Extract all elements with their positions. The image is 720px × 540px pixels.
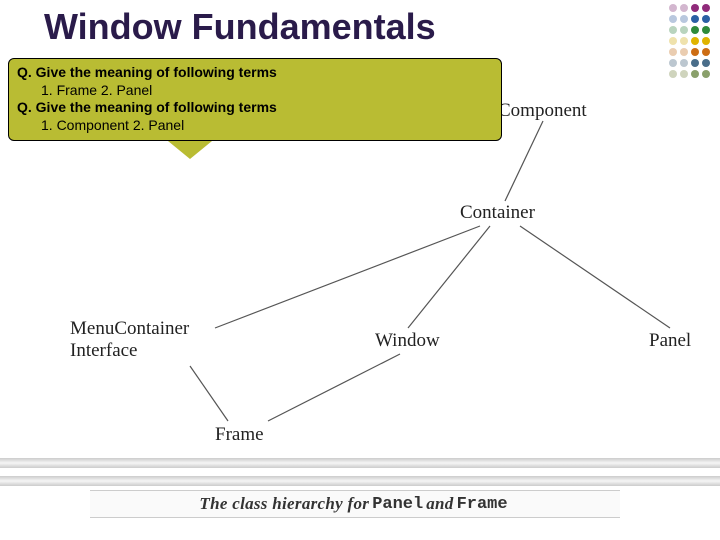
callout-q2: Q. Give the meaning of following terms [17, 99, 493, 117]
deco-dot [691, 37, 699, 45]
deco-dot [691, 48, 699, 56]
deco-dot [669, 26, 677, 34]
page-title: Window Fundamentals [44, 6, 436, 48]
callout-q1-items: 1. Frame 2. Panel [17, 82, 493, 100]
deco-dot [702, 15, 710, 23]
deco-dot [669, 15, 677, 23]
node-frame: Frame [215, 424, 264, 446]
node-panel: Panel [649, 330, 691, 352]
node-menucontainer: MenuContainer Interface [70, 318, 189, 362]
caption-pre: The class hierarchy for [199, 494, 369, 514]
decoration-strip-bottom [0, 476, 720, 486]
deco-dot [680, 15, 688, 23]
deco-dot [669, 4, 677, 12]
callout-box: Q. Give the meaning of following terms 1… [8, 58, 502, 141]
caption-mid: and [426, 494, 453, 514]
node-menucontainer-line2: Interface [70, 340, 138, 361]
caption-kw-panel: Panel [369, 495, 426, 514]
callout-q1: Q. Give the meaning of following terms [17, 64, 493, 82]
deco-dot [702, 48, 710, 56]
decoration-strip-top [0, 458, 720, 468]
deco-dot [702, 26, 710, 34]
deco-dot [669, 37, 677, 45]
deco-dot [691, 26, 699, 34]
deco-dot [691, 15, 699, 23]
deco-dot [680, 26, 688, 34]
node-window: Window [375, 330, 440, 352]
deco-dot [691, 4, 699, 12]
node-component: Component [498, 100, 587, 122]
callout-q2-items: 1. Component 2. Panel [17, 117, 493, 135]
deco-dot [680, 37, 688, 45]
caption-bar: The class hierarchy for Panel and Frame [90, 490, 620, 518]
deco-dot [702, 37, 710, 45]
caption-kw-frame: Frame [454, 495, 511, 514]
node-menucontainer-line1: MenuContainer [70, 318, 189, 339]
deco-dot [669, 48, 677, 56]
node-container: Container [460, 202, 535, 224]
deco-dot [680, 48, 688, 56]
deco-dot [680, 4, 688, 12]
deco-dot [702, 4, 710, 12]
